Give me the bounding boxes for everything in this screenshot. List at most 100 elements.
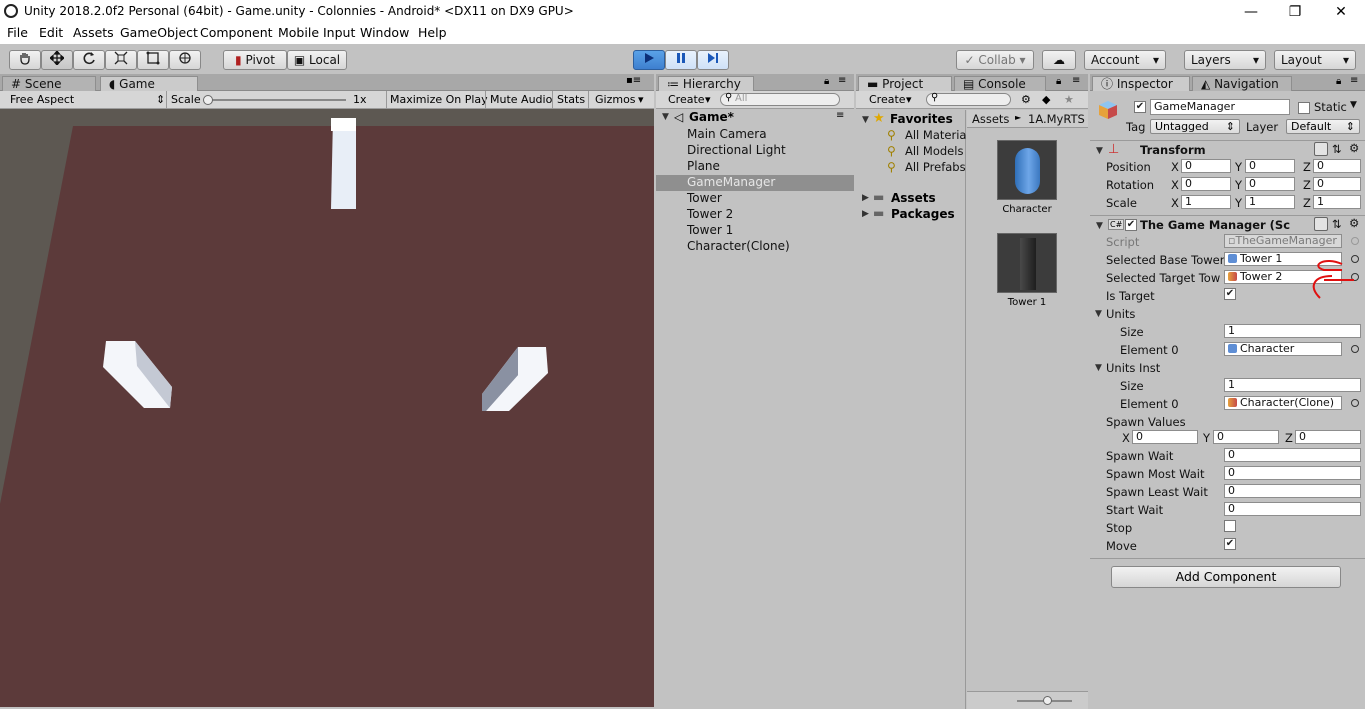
breadcrumb-folder[interactable]: 1A.MyRTS — [1028, 112, 1085, 126]
tab-game[interactable]: ◖ Game — [100, 76, 198, 91]
units-size-field[interactable]: 1 — [1224, 324, 1361, 338]
add-component-button[interactable]: Add Component — [1111, 566, 1341, 588]
spawn-most-wait-field[interactable]: 0 — [1224, 466, 1361, 480]
menu-mobile-input[interactable]: Mobile Input — [278, 25, 355, 40]
tab-navigation[interactable]: ◭ Navigation — [1192, 76, 1292, 91]
tab-inspector[interactable]: ⓘ Inspector — [1092, 76, 1190, 91]
scale-tool-button[interactable] — [105, 50, 137, 70]
help-book-icon[interactable] — [1314, 142, 1328, 156]
tab-console[interactable]: ▤ Console — [954, 76, 1046, 91]
favorite-item[interactable]: All Prefabs — [905, 160, 966, 174]
close-button[interactable]: ✕ — [1326, 2, 1356, 22]
list-item[interactable]: Character(Clone) — [687, 239, 790, 253]
lock-icon[interactable]: 🔒︎ — [1056, 76, 1061, 87]
rect-tool-button[interactable] — [137, 50, 169, 70]
game-viewport[interactable] — [0, 109, 654, 707]
position-x-field[interactable]: 0 — [1181, 159, 1231, 173]
menu-window[interactable]: Window — [360, 25, 409, 40]
maximize-on-play-toggle[interactable]: Maximize On Play — [390, 93, 488, 106]
scale-slider-handle[interactable] — [203, 95, 213, 105]
list-item-selected[interactable]: GameManager — [687, 175, 775, 189]
object-name-field[interactable]: GameManager — [1150, 99, 1290, 115]
list-item[interactable]: Plane — [687, 159, 720, 173]
step-button[interactable] — [697, 50, 729, 70]
list-item[interactable]: Tower — [687, 191, 722, 205]
favorites-label[interactable]: Favorites — [890, 112, 953, 126]
gear-icon[interactable]: ⚙ — [1349, 216, 1359, 230]
preset-icon[interactable]: ⇅ — [1332, 142, 1342, 156]
local-toggle[interactable]: ▣ Local — [287, 50, 347, 70]
preset-icon[interactable]: ⇅ — [1332, 217, 1342, 231]
expand-arrow-icon[interactable]: ▼ — [1095, 363, 1102, 373]
cloud-button[interactable]: ☁ — [1042, 50, 1076, 70]
inst-element-field[interactable]: Character(Clone) — [1224, 396, 1342, 410]
mute-audio-toggle[interactable]: Mute Audio — [490, 93, 552, 106]
scene-row[interactable]: ▼ ◁ Game* ≡ — [656, 110, 854, 126]
tag-dropdown[interactable]: Untagged ⇕ — [1150, 119, 1240, 134]
start-wait-field[interactable]: 0 — [1224, 502, 1361, 516]
panel-menu-icon[interactable]: ≡ — [838, 75, 846, 86]
static-checkbox[interactable] — [1298, 102, 1310, 114]
object-picker-icon[interactable] — [1351, 345, 1359, 353]
rotation-y-field[interactable]: 0 — [1245, 177, 1295, 191]
panel-menu-icon[interactable]: ≡ — [1072, 75, 1080, 86]
favorite-item[interactable]: All Models — [905, 144, 963, 158]
create-dropdown[interactable]: Create — [668, 93, 705, 106]
scale-z-field[interactable]: 1 — [1313, 195, 1361, 209]
lock-icon[interactable]: 🔒︎ — [1336, 76, 1341, 87]
play-button[interactable] — [633, 50, 665, 70]
menu-file[interactable]: File — [7, 25, 28, 40]
expand-arrow-icon[interactable]: ▼ — [1096, 221, 1103, 231]
pause-button[interactable] — [665, 50, 697, 70]
asset-thumbnail-character[interactable] — [997, 140, 1057, 200]
gear-icon[interactable]: ⚙ — [1349, 141, 1359, 155]
rotation-z-field[interactable]: 0 — [1313, 177, 1361, 191]
menu-gameobject[interactable]: GameObject — [120, 25, 198, 40]
tab-scene[interactable]: # Scene — [2, 76, 96, 91]
panel-menu-icon[interactable]: ▪≡ — [626, 75, 641, 86]
menu-component[interactable]: Component — [200, 25, 273, 40]
breadcrumb-root[interactable]: Assets — [972, 112, 1009, 126]
stop-checkbox[interactable] — [1224, 520, 1236, 532]
tab-hierarchy[interactable]: ≔ Hierarchy — [658, 76, 754, 91]
panel-menu-icon[interactable]: ≡ — [1350, 75, 1358, 86]
layout-dropdown[interactable]: Layout ▾ — [1274, 50, 1356, 70]
packages-folder[interactable]: Packages — [891, 207, 955, 221]
maximize-button[interactable]: ❐ — [1280, 2, 1310, 22]
rotate-tool-button[interactable] — [73, 50, 105, 70]
position-z-field[interactable]: 0 — [1313, 159, 1361, 173]
inst-size-field[interactable]: 1 — [1224, 378, 1361, 392]
transform-tool-button[interactable] — [169, 50, 201, 70]
help-book-icon[interactable] — [1314, 217, 1328, 231]
label-tag-icon[interactable]: ◆ — [1042, 93, 1050, 106]
layers-dropdown[interactable]: Layers ▾ — [1184, 50, 1266, 70]
units-element-field[interactable]: Character — [1224, 342, 1342, 356]
spawn-x-field[interactable]: 0 — [1132, 430, 1198, 444]
is-target-checkbox[interactable]: ✔ — [1224, 288, 1236, 300]
menu-help[interactable]: Help — [418, 25, 447, 40]
active-checkbox[interactable]: ✔ — [1134, 101, 1146, 113]
create-dropdown[interactable]: Create — [869, 93, 906, 106]
scale-slider-track[interactable] — [206, 99, 346, 101]
project-search-input[interactable]: ⚲ — [926, 92, 1011, 106]
rotation-x-field[interactable]: 0 — [1181, 177, 1231, 191]
spawn-y-field[interactable]: 0 — [1213, 430, 1279, 444]
account-dropdown[interactable]: Account ▾ — [1084, 50, 1166, 70]
object-picker-icon[interactable] — [1351, 399, 1359, 407]
list-item[interactable]: Directional Light — [687, 143, 786, 157]
menu-assets[interactable]: Assets — [73, 25, 114, 40]
aspect-dropdown[interactable]: Free Aspect — [10, 93, 74, 106]
spawn-z-field[interactable]: 0 — [1295, 430, 1361, 444]
pivot-toggle[interactable]: ▮ Pivot — [223, 50, 287, 70]
list-item[interactable]: Main Camera — [687, 127, 767, 141]
hierarchy-search-input[interactable]: ⚲ All — [720, 92, 840, 106]
scene-menu-icon[interactable]: ≡ — [836, 110, 844, 121]
star-icon[interactable]: ★ — [1064, 93, 1074, 106]
move-checkbox[interactable]: ✔ — [1224, 538, 1236, 550]
stats-toggle[interactable]: Stats — [557, 93, 585, 106]
menu-edit[interactable]: Edit — [39, 25, 63, 40]
expand-arrow-icon[interactable]: ▼ — [1096, 146, 1103, 156]
tab-project[interactable]: ▬ Project — [858, 76, 952, 91]
gizmos-dropdown[interactable]: Gizmos — [595, 93, 636, 106]
move-tool-button[interactable] — [41, 50, 73, 70]
